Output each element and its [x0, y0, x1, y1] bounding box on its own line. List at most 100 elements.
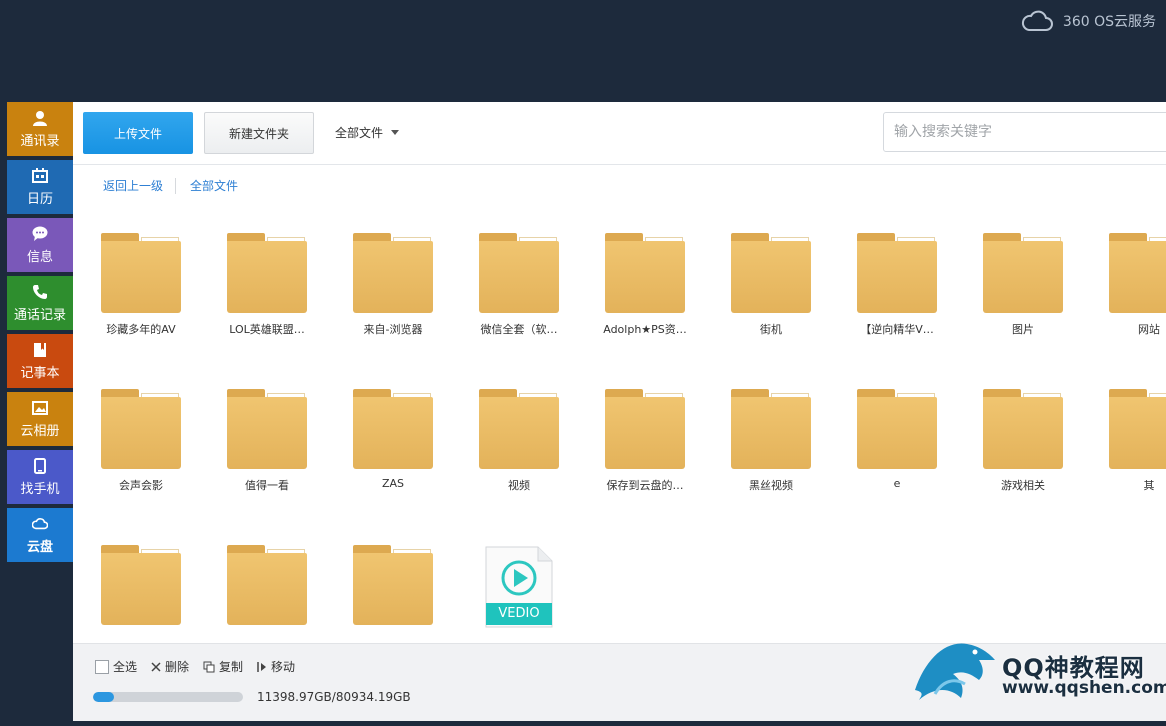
folder-item[interactable]: 黑丝视频 [711, 389, 831, 493]
folder-icon [983, 233, 1063, 313]
file-name: 会声会影 [119, 479, 163, 492]
checkbox-icon [95, 659, 109, 674]
sidebar-item-label: 日历 [26, 191, 53, 207]
folder-icon [353, 389, 433, 469]
folder-item[interactable]: 来自-浏览器 [333, 233, 453, 337]
move-label: 移动 [271, 660, 296, 674]
sidebar-item[interactable]: 云盘 [7, 508, 73, 562]
watermark-url: www.qqshen.com [1002, 678, 1166, 698]
file-filter-label: 全部文件 [335, 126, 384, 140]
folder-item[interactable]: 微信全套（软… [459, 233, 579, 337]
delete-label: 删除 [165, 660, 190, 674]
cloud-disk-panel: 上传文件 新建文件夹 全部文件 返回上一级 全部文件 珍藏多年的AV LOL英雄联… [73, 102, 1166, 721]
copy-icon [203, 661, 215, 672]
dragon-logo-icon [915, 643, 995, 700]
video-file-item[interactable]: VEDIO [459, 545, 579, 637]
file-name: 图片 [1012, 323, 1034, 336]
video-badge: VEDIO [498, 606, 540, 621]
sidebar-item-label: 通话记录 [13, 307, 66, 323]
folder-item[interactable]: Adolph★PS资… [585, 233, 705, 337]
breadcrumb: 返回上一级 全部文件 [103, 177, 238, 194]
sidebar-item[interactable]: 通讯录 [7, 102, 73, 156]
storage-quota-text: 11398.97GB/80934.19GB [257, 690, 411, 704]
file-name: 微信全套（软… [480, 323, 558, 336]
folder-icon [353, 545, 433, 625]
file-name: 黑丝视频 [749, 479, 793, 492]
chat-icon [32, 226, 48, 242]
sidebar-item[interactable]: 通话记录 [7, 276, 73, 330]
person-icon [32, 110, 48, 126]
folder-icon [227, 545, 307, 625]
all-files-link[interactable]: 全部文件 [190, 177, 238, 194]
new-folder-button[interactable]: 新建文件夹 [204, 112, 314, 154]
folder-icon [1109, 389, 1166, 469]
toolbar: 上传文件 新建文件夹 全部文件 [73, 102, 1166, 165]
sidebar-item-label: 找手机 [20, 481, 60, 497]
sidebar-item[interactable]: 记事本 [7, 334, 73, 388]
folder-icon [101, 545, 181, 625]
folder-icon [227, 389, 307, 469]
sidebar-item-label: 记事本 [20, 365, 60, 381]
folder-item[interactable]: e [837, 389, 957, 490]
folder-item[interactable]: 街机 [711, 233, 831, 337]
phone-icon [32, 284, 48, 300]
cloud-icon [1021, 10, 1053, 31]
folder-item[interactable]: 珍藏多年的AV [81, 233, 201, 337]
sidebar: 通讯录日历信息通话记录记事本云相册找手机云盘 [7, 102, 73, 566]
file-filter-dropdown[interactable]: 全部文件 [335, 124, 400, 141]
select-all-checkbox[interactable]: 全选 [95, 658, 137, 675]
folder-item[interactable] [207, 545, 327, 633]
folder-item[interactable]: LOL英雄联盟… [207, 233, 327, 337]
folder-icon [983, 389, 1063, 469]
back-link[interactable]: 返回上一级 [103, 177, 163, 194]
folder-item[interactable]: 图片 [963, 233, 1083, 337]
folder-item[interactable]: 【逆向精华V… [837, 233, 957, 337]
copy-label: 复制 [219, 660, 244, 674]
folder-icon [479, 233, 559, 313]
file-name: Adolph★PS资… [603, 323, 687, 336]
sidebar-item-label: 信息 [26, 249, 53, 265]
caret-down-icon [391, 130, 400, 135]
file-name: 网站 [1138, 323, 1160, 336]
storage-quota: 11398.97GB/80934.19GB [93, 690, 411, 704]
move-button[interactable]: 移动 [257, 658, 295, 675]
folder-icon [731, 233, 811, 313]
folder-item[interactable]: 网站 [1089, 233, 1166, 337]
file-name: 值得一看 [245, 479, 289, 492]
folder-icon [857, 389, 937, 469]
folder-icon [731, 389, 811, 469]
folder-item[interactable]: 其 [1089, 389, 1166, 493]
folder-item[interactable]: 游戏相关 [963, 389, 1083, 493]
close-icon [151, 661, 161, 672]
sidebar-item-label: 云盘 [26, 539, 53, 555]
sidebar-item[interactable]: 云相册 [7, 392, 73, 446]
sidebar-item[interactable]: 找手机 [7, 450, 73, 504]
folder-item[interactable] [81, 545, 201, 633]
file-name: 视频 [508, 479, 530, 492]
folder-icon [101, 233, 181, 313]
folder-icon [353, 233, 433, 313]
delete-button[interactable]: 删除 [151, 658, 189, 675]
sidebar-item-label: 通讯录 [20, 133, 60, 149]
folder-item[interactable]: 保存到云盘的… [585, 389, 705, 493]
sidebar-item[interactable]: 信息 [7, 218, 73, 272]
search-input[interactable] [883, 112, 1166, 152]
copy-button[interactable]: 复制 [203, 658, 243, 675]
phone-device-icon [32, 457, 48, 474]
folder-item[interactable] [333, 545, 453, 633]
folder-icon [605, 389, 685, 469]
folder-icon [857, 233, 937, 313]
folder-item[interactable]: 会声会影 [81, 389, 201, 493]
upload-file-button[interactable]: 上传文件 [83, 112, 193, 154]
sidebar-item[interactable]: 日历 [7, 160, 73, 214]
folder-icon [101, 389, 181, 469]
folder-icon [605, 233, 685, 313]
folder-item[interactable]: ZAS [333, 389, 453, 490]
folder-item[interactable]: 视频 [459, 389, 579, 493]
folder-item[interactable]: 值得一看 [207, 389, 327, 493]
folder-icon [479, 389, 559, 469]
breadcrumb-divider [175, 177, 177, 194]
cloud-service-brand: 360 OS云服务 [1021, 10, 1156, 32]
video-file-icon: VEDIO [484, 545, 554, 629]
folder-icon [227, 233, 307, 313]
